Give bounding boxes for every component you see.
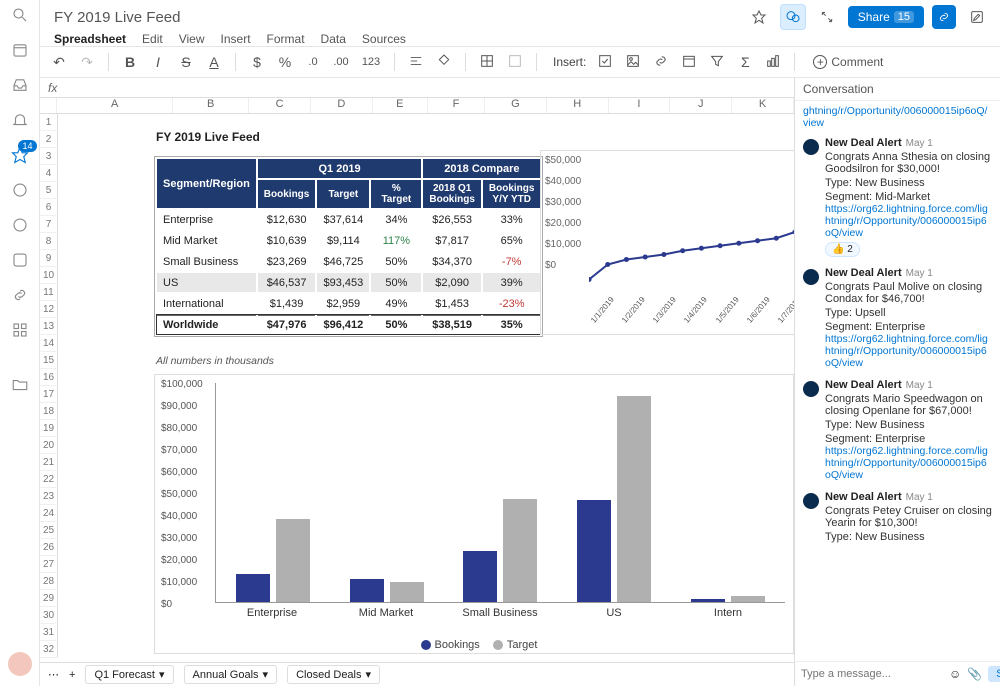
fill-button[interactable]	[435, 53, 453, 72]
conversation-item: New Deal AlertMay 1 Congrats Anna Sthesi…	[803, 137, 992, 257]
spreadsheet-grid[interactable]: A B C D E F G H I J K 123456789101112131…	[40, 98, 794, 662]
tab-closed-deals[interactable]: Closed Deals▾	[287, 665, 380, 684]
star-icon[interactable]: 14	[11, 146, 29, 164]
redo-icon[interactable]: ↷	[78, 54, 96, 71]
bar-chart-legend: Bookings Target	[155, 639, 793, 651]
attach-icon[interactable]: 📎	[967, 667, 982, 681]
line-chart: $50,000$40,000$30,000$20,000$10,000$0 1/…	[540, 150, 794, 335]
formula-bar[interactable]: fx	[40, 78, 794, 98]
check-icon[interactable]	[11, 251, 29, 269]
add-tab-button[interactable]: +	[69, 669, 75, 681]
conversation-panel: Conversation ghtning/r/Opportunity/00600…	[794, 78, 1000, 686]
menu-edit[interactable]: Edit	[142, 32, 163, 46]
expand-icon[interactable]	[814, 4, 840, 30]
star-button[interactable]	[746, 4, 772, 30]
undo-icon[interactable]: ↶	[50, 54, 68, 71]
clock-icon[interactable]	[11, 216, 29, 234]
link-icon[interactable]	[11, 286, 29, 304]
comment-button[interactable]: +Comment	[813, 55, 883, 69]
percent-button[interactable]: %	[276, 54, 294, 70]
menu-data[interactable]: Data	[321, 32, 346, 46]
link-button[interactable]	[932, 5, 956, 29]
calendar-icon[interactable]	[11, 41, 29, 59]
send-button[interactable]: Send	[988, 666, 1000, 682]
sheet-tabs: ⋯ + Q1 Forecast▾ Annual Goals▾ Closed De…	[40, 662, 794, 686]
menu-format[interactable]: Format	[267, 32, 305, 46]
currency-button[interactable]: $	[248, 54, 266, 70]
italic-button[interactable]: I	[149, 54, 167, 70]
inbox-icon[interactable]	[11, 76, 29, 94]
message-input[interactable]	[801, 668, 943, 680]
avatar	[803, 381, 819, 397]
insert-link-icon[interactable]	[652, 53, 670, 72]
table-row: US$46,537$93,45350%$2,09039%	[157, 273, 540, 292]
apps-icon[interactable]	[11, 321, 29, 339]
conversation-toggle[interactable]	[780, 4, 806, 30]
tab-annual-goals[interactable]: Annual Goals▾	[184, 665, 278, 684]
conversation-item: New Deal AlertMay 1 Congrats Paul Molive…	[803, 267, 992, 369]
borders-button[interactable]	[478, 53, 496, 72]
star-badge: 14	[18, 140, 36, 152]
page-title: FY 2019 Live Feed	[54, 9, 180, 26]
insert-label: Insert:	[553, 55, 586, 69]
share-button[interactable]: Share15	[848, 6, 924, 28]
chart-icon[interactable]	[764, 53, 782, 72]
toolbar: ↶ ↷ B I S A $ % .0 .00 123 Insert: Σ +Co…	[40, 46, 1000, 78]
reaction-badge[interactable]: 👍 2	[825, 242, 860, 257]
conversation-heading: Conversation	[795, 78, 1000, 101]
menu-bar: Spreadsheet Edit View Insert Format Data…	[54, 32, 990, 46]
conversation-input-row: ☺ 📎 Send	[795, 661, 1000, 686]
data-table: Segment/Region Q1 2019 2018 Compare Book…	[154, 156, 543, 337]
header: FY 2019 Live Feed Share15 Spreadsheet Ed…	[40, 0, 1000, 46]
search-icon[interactable]	[11, 6, 29, 24]
table-row: Worldwide$47,976$96,41250%$38,51935%	[157, 315, 540, 334]
conversation-link[interactable]: https://org62.lightning.force.com/lightn…	[825, 333, 992, 369]
conversation-item: New Deal AlertMay 1 Congrats Petey Cruis…	[803, 491, 992, 543]
bold-button[interactable]: B	[121, 54, 139, 70]
folder-icon[interactable]	[11, 376, 29, 394]
bell-icon[interactable]	[11, 111, 29, 129]
tab-q1-forecast[interactable]: Q1 Forecast▾	[85, 665, 173, 684]
menu-insert[interactable]: Insert	[221, 32, 251, 46]
merge-button[interactable]	[506, 53, 524, 72]
menu-sources[interactable]: Sources	[362, 32, 406, 46]
sigma-icon[interactable]: Σ	[736, 54, 754, 70]
avatar	[803, 493, 819, 509]
chat-icon[interactable]	[11, 181, 29, 199]
strike-button[interactable]: S	[177, 54, 195, 70]
row-numbers: 1234567891011121314151617181920212223242…	[40, 114, 58, 658]
emoji-icon[interactable]: ☺	[949, 667, 961, 681]
menu-spreadsheet[interactable]: Spreadsheet	[54, 32, 126, 46]
dec-decrease-button[interactable]: .0	[304, 56, 322, 68]
conversation-link-truncated[interactable]: ghtning/r/Opportunity/006000015ip6oQ/vie…	[803, 105, 992, 129]
conversation-link[interactable]: https://org62.lightning.force.com/lightn…	[825, 445, 992, 481]
column-headers: A B C D E F G H I J K	[40, 98, 794, 114]
dec-increase-button[interactable]: .00	[332, 56, 350, 68]
tab-menu-icon[interactable]: ⋯	[48, 668, 59, 681]
filter-icon[interactable]	[708, 53, 726, 72]
conversation-item: New Deal AlertMay 1 Congrats Mario Speed…	[803, 379, 992, 481]
number-format-button[interactable]: 123	[360, 56, 382, 68]
bar-chart: $100,000$90,000$80,000$70,000$60,000$50,…	[154, 374, 794, 654]
table-row: International$1,439$2,95949%$1,453-23%	[157, 294, 540, 313]
align-button[interactable]	[407, 54, 425, 71]
edit-icon[interactable]	[964, 4, 990, 30]
sheet-title: FY 2019 Live Feed	[156, 130, 260, 144]
insert-date-icon[interactable]	[680, 53, 698, 72]
left-rail: 14	[0, 0, 40, 686]
conversation-link[interactable]: https://org62.lightning.force.com/lightn…	[825, 203, 992, 239]
text-color-button[interactable]: A	[205, 54, 223, 70]
avatar	[803, 269, 819, 285]
menu-view[interactable]: View	[179, 32, 205, 46]
table-row: Enterprise$12,630$37,61434%$26,55333%	[157, 210, 540, 229]
avatar	[803, 139, 819, 155]
insert-image-icon[interactable]	[624, 53, 642, 72]
table-note: All numbers in thousands	[156, 355, 274, 367]
insert-checkbox-icon[interactable]	[596, 53, 614, 72]
avatar[interactable]	[8, 652, 32, 676]
table-row: Small Business$23,269$46,72550%$34,370-7…	[157, 252, 540, 271]
table-row: Mid Market$10,639$9,114117%$7,81765%	[157, 231, 540, 250]
